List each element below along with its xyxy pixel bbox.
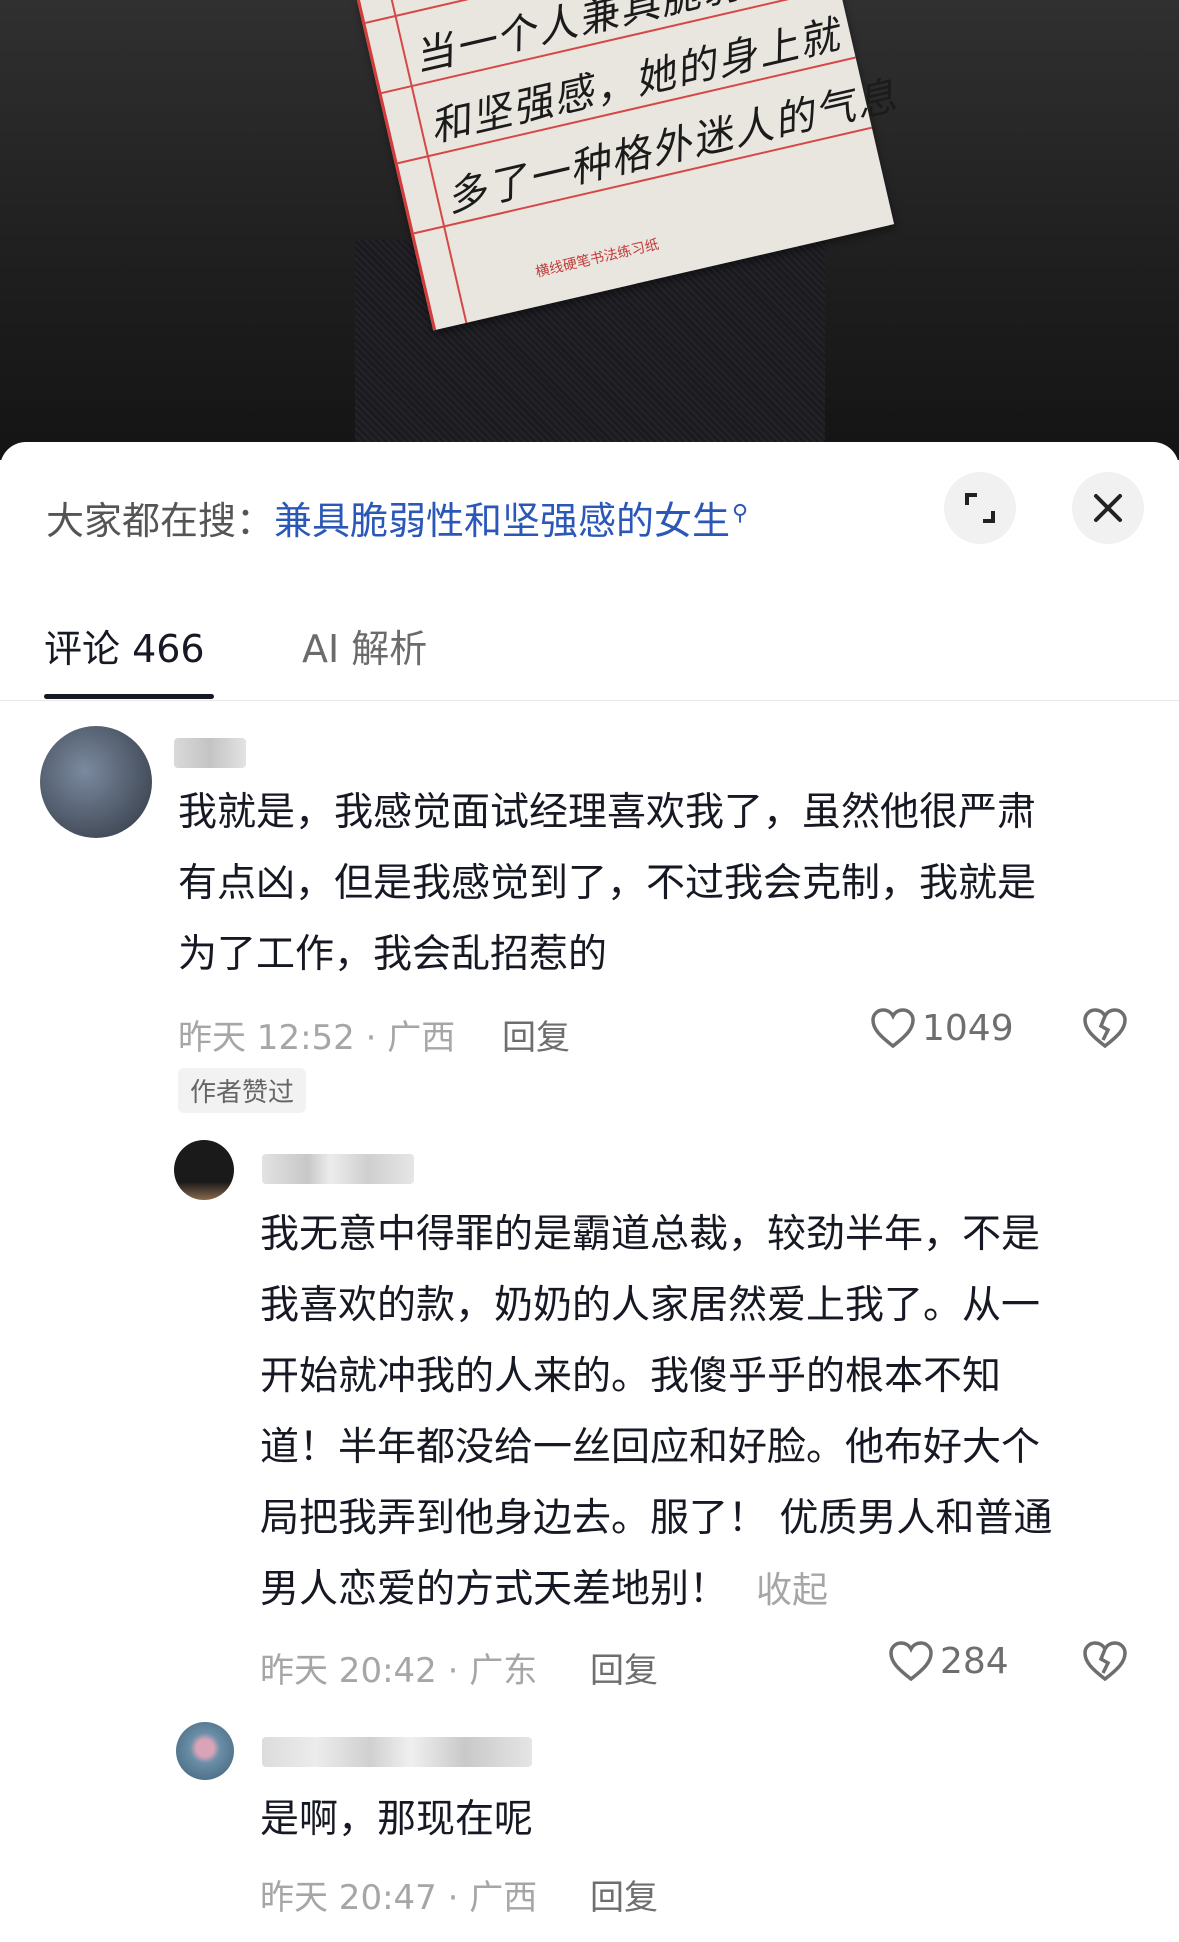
like-count: 1049 [922,1007,1014,1049]
like-count: 284 [940,1640,1009,1682]
username-blurred[interactable] [262,1154,414,1184]
comment-text-line: 有点凶，但是我感觉到了，不过我会克制，我就是 [178,861,1037,906]
trending-search[interactable]: 大家都在搜：兼具脆弱性和坚强感的女生⚲ [46,490,748,545]
comment-time-location: 昨天 20:47 · 广西 [260,1878,538,1918]
like-button[interactable]: 1049 [870,1007,1014,1049]
close-button[interactable] [1072,472,1144,544]
comment-time-location: 昨天 12:52 · 广西 [178,1018,456,1058]
trending-search-prefix: 大家都在搜： [46,499,275,543]
search-icon: ⚲ [732,501,749,526]
comment-text-line: 为了工作，我会乱招惹的 [178,932,608,977]
reply-button[interactable]: 回复 [590,1643,658,1692]
reply-button[interactable]: 回复 [502,1010,570,1059]
comment-text-line: 是啊，那现在呢 [260,1797,534,1842]
video-frame[interactable]: 当一个人兼具脆弱性 和坚强感，她的身上就 多了一种格外迷人的气息 横线硬笔书法练… [0,0,1179,460]
username-blurred[interactable] [262,1737,532,1767]
expand-icon [965,493,995,523]
dislike-icon[interactable] [1082,1007,1128,1049]
avatar[interactable] [174,1140,234,1200]
comments-sheet: 大家都在搜：兼具脆弱性和坚强感的女生⚲ 评论 466 AI 解析 我就是，我感觉… [0,442,1179,1942]
paper-caption: 横线硬笔书法练习纸 [534,236,661,281]
comment-text-line: 局把我弄到他身边去。服了！ 优质男人和普通 [260,1496,1053,1541]
like-button[interactable]: 284 [888,1640,1009,1682]
comment-text-line: 我喜欢的款，奶奶的人家居然爱上我了。从一 [260,1283,1041,1328]
username-blurred[interactable] [174,738,246,768]
avatar[interactable] [176,1722,234,1780]
comment-text-line: 男人恋爱的方式天差地别！ 收起 [260,1554,828,1626]
divider [0,700,1179,701]
comment-text-line: 道！半年都没给一丝回应和好脸。他布好大个 [260,1425,1041,1470]
collapse-button[interactable]: 收起 [756,1570,828,1611]
trending-search-term[interactable]: 兼具脆弱性和坚强感的女生 [274,499,730,543]
dislike-icon[interactable] [1082,1640,1128,1682]
heart-icon [871,1008,915,1049]
active-tab-indicator [44,694,214,699]
comment-time-location: 昨天 20:42 · 广东 [260,1651,538,1691]
author-liked-badge: 作者赞过 [178,1068,307,1113]
close-icon [1094,494,1122,522]
tab-comments[interactable]: 评论 466 [44,618,205,673]
heart-icon [889,1641,933,1682]
tab-ai-analysis[interactable]: AI 解析 [302,618,427,673]
reply-button[interactable]: 回复 [590,1870,658,1919]
expand-button[interactable] [944,472,1016,544]
comment-text-line: 我无意中得罪的是霸道总裁，较劲半年，不是 [260,1212,1041,1257]
avatar[interactable] [40,726,152,838]
comment-text-line: 我就是，我感觉面试经理喜欢我了，虽然他很严肃 [178,790,1037,835]
comment-text-last: 男人恋爱的方式天差地别！ [260,1567,729,1612]
comment-text-line: 开始就冲我的人来的。我傻乎乎的根本不知 [260,1354,1002,1399]
